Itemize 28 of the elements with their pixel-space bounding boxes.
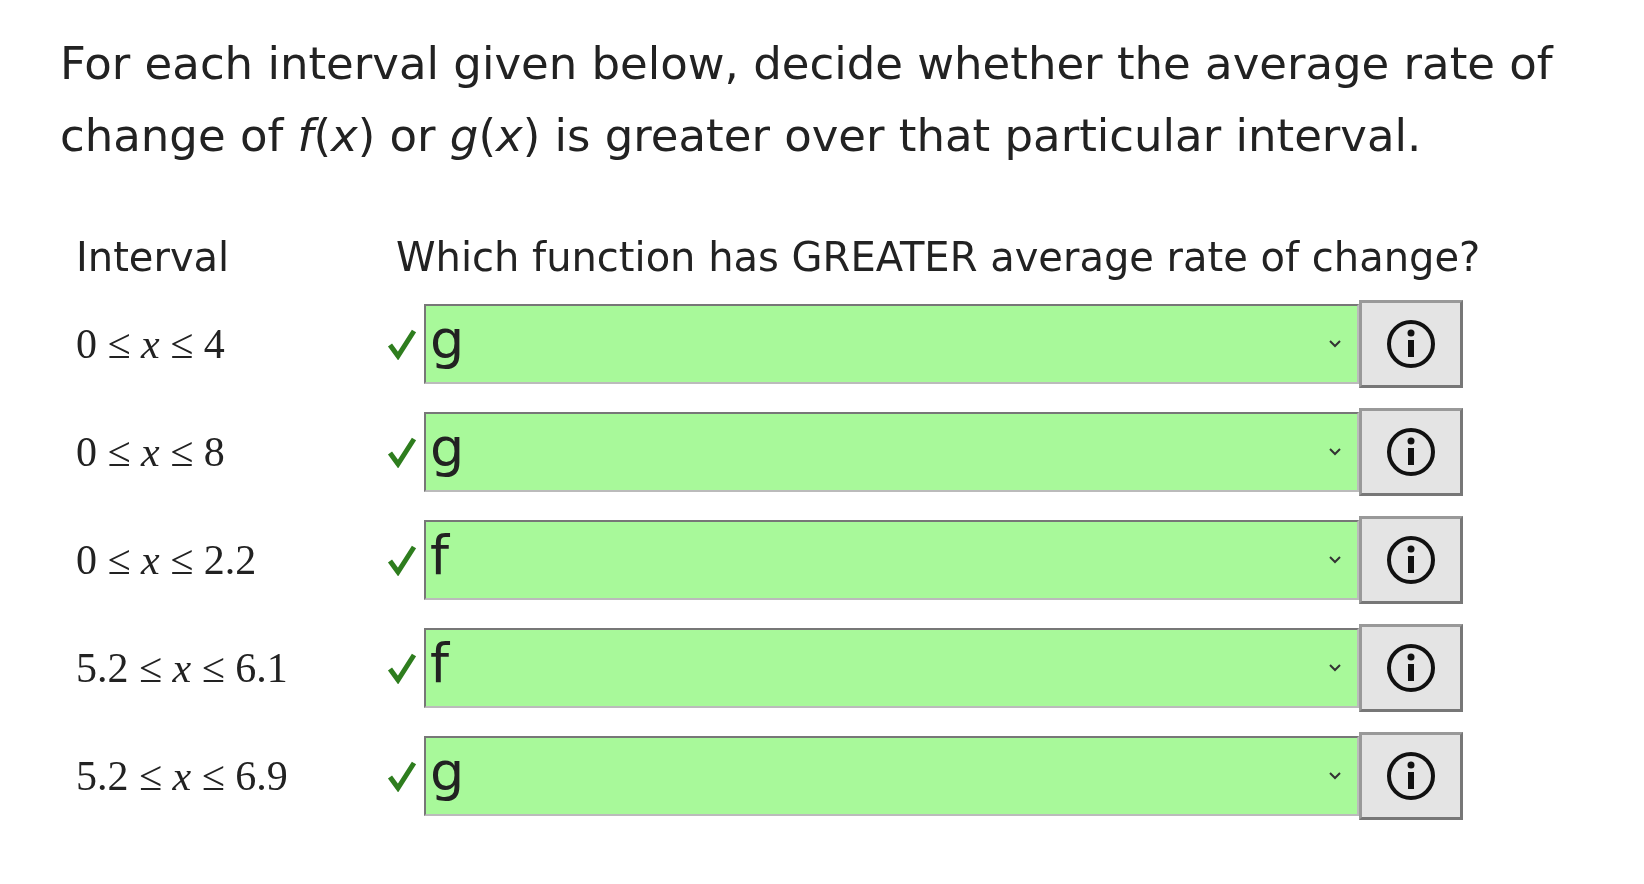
interval-text: 0 ≤ x ≤ 4 bbox=[75, 320, 226, 368]
column-header: Interval bbox=[75, 234, 231, 280]
column-header: Which function has GREATER average rate of change? bbox=[395, 234, 1482, 280]
instructions-text: For each interval given below, decide whether the average rate of change of f(x) or g(x) is greater over that particular interval. bbox=[60, 36, 1555, 164]
interval-text: 0 ≤ x ≤ 8 bbox=[75, 428, 226, 476]
caret-icon bbox=[1329, 448, 1341, 456]
answer-dropdown[interactable]: f bbox=[424, 628, 1359, 708]
answer-dropdown[interactable]: g bbox=[424, 736, 1359, 816]
info-icon bbox=[1386, 751, 1436, 801]
caret-icon bbox=[1329, 340, 1341, 348]
info-button[interactable] bbox=[1359, 624, 1463, 712]
interval-text: 5.2 ≤ x ≤ 6.9 bbox=[75, 752, 289, 800]
answer-dropdown[interactable]: f bbox=[424, 520, 1359, 600]
info-icon bbox=[1386, 427, 1436, 477]
interval-text: 5.2 ≤ x ≤ 6.1 bbox=[75, 644, 289, 692]
info-button[interactable] bbox=[1359, 516, 1463, 604]
info-icon bbox=[1386, 643, 1436, 693]
info-button[interactable] bbox=[1359, 300, 1463, 388]
interval-text: 0 ≤ x ≤ 2.2 bbox=[75, 536, 258, 584]
info-icon bbox=[1386, 535, 1436, 585]
caret-icon bbox=[1329, 772, 1341, 780]
caret-icon bbox=[1329, 664, 1341, 672]
info-button[interactable] bbox=[1359, 732, 1463, 820]
answer-dropdown[interactable]: g bbox=[424, 412, 1359, 492]
info-icon bbox=[1386, 319, 1436, 369]
info-button[interactable] bbox=[1359, 408, 1463, 496]
caret-icon bbox=[1329, 556, 1341, 564]
answer-dropdown[interactable]: g bbox=[424, 304, 1359, 384]
